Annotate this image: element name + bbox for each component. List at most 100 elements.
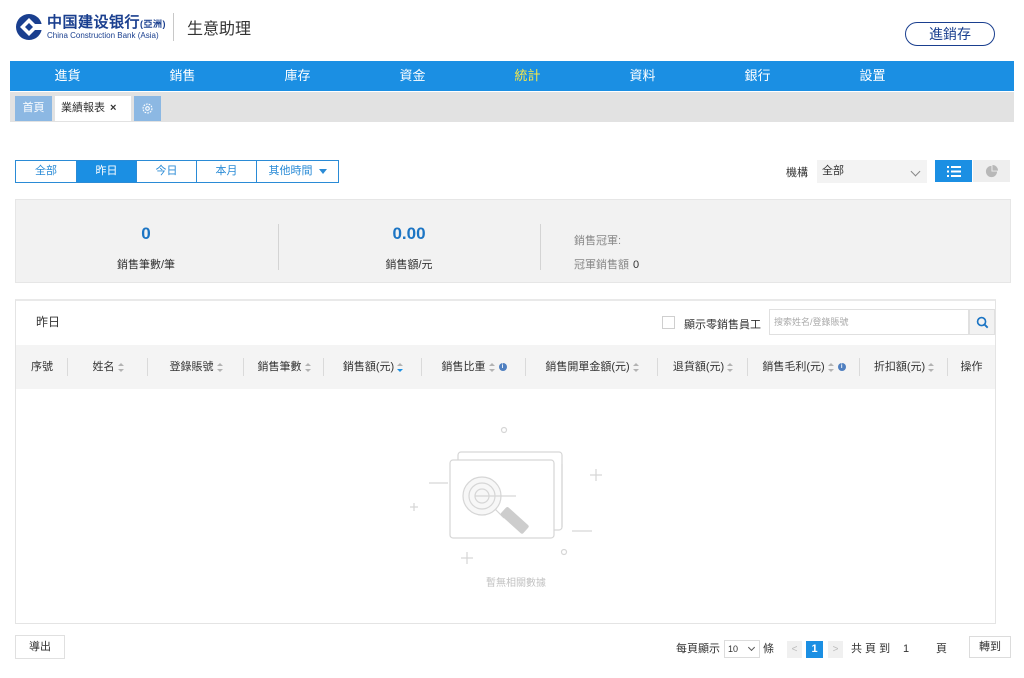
next-page-button[interactable]: > [828,641,843,658]
sort-desc-icon[interactable] [397,362,404,372]
ccb-logo-icon [16,14,43,40]
summary-divider [278,224,279,270]
per-page-label: 每頁顯示 [676,643,720,655]
current-page-button[interactable]: 1 [806,641,823,658]
column-header-index: 序號 [16,345,68,389]
sales-count-value: 0 [141,224,151,243]
nav-item-settings[interactable]: 設置 [815,61,930,91]
sort-icon[interactable] [928,362,935,372]
summary-divider [540,224,541,270]
filter-other-time-label: 其他時間 [268,165,313,177]
org-label: 機構 [786,167,808,179]
column-header-return-amount[interactable]: 退貨額(元) [658,345,748,389]
page-size-value: 10 [728,644,739,654]
nav-item-statistics[interactable]: 統計 [470,61,585,91]
sort-icon[interactable] [827,362,834,372]
column-header-label: 銷售比重 [441,361,486,373]
org-select-value: 全部 [822,165,844,177]
search-button[interactable] [969,309,995,335]
list-view-button[interactable] [935,160,972,182]
filter-other-time-dropdown[interactable]: 其他時間 [257,160,339,183]
page-size-select[interactable]: 10 [724,640,760,658]
search-input[interactable] [769,309,969,335]
nav-item-stock[interactable]: 庫存 [240,61,355,91]
column-header-login-account[interactable]: 登錄賬號 [148,345,244,389]
no-data-illustration-icon [410,426,602,564]
tab-home[interactable]: 首頁 [15,96,52,121]
app-title: 生意助理 [187,21,252,38]
column-header-sales-count[interactable]: 銷售筆數 [244,345,324,389]
nav-item-funds[interactable]: 資金 [355,61,470,91]
column-header-label: 折扣額(元) [873,361,926,373]
column-header-label: 銷售額(元) [342,361,395,373]
inventory-system-button[interactable]: 進銷存 [905,22,995,46]
sort-icon[interactable] [117,362,124,372]
summary-sales-amount: 0.00 銷售額/元 [329,200,489,272]
filter-yesterday-button[interactable]: 昨日 [77,160,137,183]
filter-all-button[interactable]: 全部 [15,160,77,183]
total-pages-label: 共 頁 到 [851,643,891,655]
chevron-down-icon [747,643,756,652]
column-header-sales-amount[interactable]: 銷售額(元) [324,345,422,389]
champion-label: 銷售冠軍: [574,235,622,247]
date-filter-group: 全部 昨日 今日 本月 其他時間 [15,160,339,183]
filter-this-month-button[interactable]: 本月 [197,160,257,183]
report-table-panel: 昨日 顯示零銷售員工 序號 姓名 登錄賬號 銷售筆數 銷售額(元) 銷售比重 i … [15,299,996,624]
column-header-label: 姓名 [92,361,115,373]
empty-message: 暫無相關數據 [486,578,546,589]
info-icon[interactable]: i [837,363,846,372]
sort-icon[interactable] [488,362,495,372]
goto-page-input[interactable] [903,640,931,658]
goto-page-button[interactable]: 轉到 [969,636,1011,658]
chart-view-button[interactable] [973,160,1010,182]
nav-item-purchase[interactable]: 進貨 [10,61,125,91]
tab-performance-report[interactable]: 業績報表 × [55,96,131,121]
nav-item-records[interactable]: 資料 [585,61,700,91]
caret-down-icon [318,168,327,174]
column-header-label: 銷售開單金額(元) [545,361,630,373]
gear-icon [142,103,153,114]
nav-item-bank[interactable]: 銀行 [700,61,815,91]
tab-performance-report-label: 業績報表 [61,102,105,114]
pie-chart-icon [985,164,998,177]
logo-cn-suffix: (亞洲) [140,18,167,29]
column-header-gross-profit[interactable]: 銷售毛利(元) i [748,345,860,389]
logo-cn-text: 中国建设银行 [47,13,141,31]
sales-count-label: 銷售筆數/筆 [116,259,176,271]
column-header-label: 銷售筆數 [257,361,302,373]
table-header: 序號 姓名 登錄賬號 銷售筆數 銷售額(元) 銷售比重 i 銷售開單金額(元) 退… [16,345,995,389]
sort-icon[interactable] [216,362,223,372]
list-icon [946,165,961,177]
summary-sales-count: 0 銷售筆數/筆 [66,200,226,272]
column-header-order-amount[interactable]: 銷售開單金額(元) [526,345,658,389]
show-zero-sales-label[interactable]: 顯示零銷售員工 [684,316,761,332]
column-header-label: 操作 [960,361,983,373]
column-header-sales-share[interactable]: 銷售比重 i [422,345,526,389]
org-select[interactable]: 全部 [817,160,927,183]
column-header-name[interactable]: 姓名 [68,345,148,389]
champion-amount-label: 冠軍銷售額 [574,259,629,271]
champion-amount-value: 0 [633,259,640,271]
export-button[interactable]: 導出 [15,635,65,659]
empty-state: 暫無相關數據 [396,419,636,589]
tab-settings[interactable] [134,96,161,121]
sales-amount-label: 銷售額/元 [385,259,433,271]
filter-today-button[interactable]: 今日 [137,160,197,183]
column-header-label: 退貨額(元) [672,361,725,373]
sales-summary: 0 銷售筆數/筆 0.00 銷售額/元 銷售冠軍: 冠軍銷售額 0 [15,199,1011,283]
logo-text: 中国建设银行(亞洲) China Construction Bank (Asia… [47,15,166,40]
column-header-discount[interactable]: 折扣額(元) [860,345,948,389]
sort-icon[interactable] [727,362,734,372]
ccb-logo[interactable]: 中国建设银行(亞洲) China Construction Bank (Asia… [15,13,251,41]
close-icon[interactable]: × [110,102,116,114]
show-zero-sales-checkbox[interactable] [662,316,675,329]
info-icon[interactable]: i [498,363,507,372]
search-icon [976,316,988,328]
sort-icon[interactable] [304,362,311,372]
sort-icon[interactable] [632,362,639,372]
nav-item-sales[interactable]: 銷售 [125,61,240,91]
prev-page-button[interactable]: < [787,641,802,658]
column-header-actions: 操作 [948,345,995,389]
column-header-label: 序號 [31,361,53,373]
logo-divider [173,13,175,41]
